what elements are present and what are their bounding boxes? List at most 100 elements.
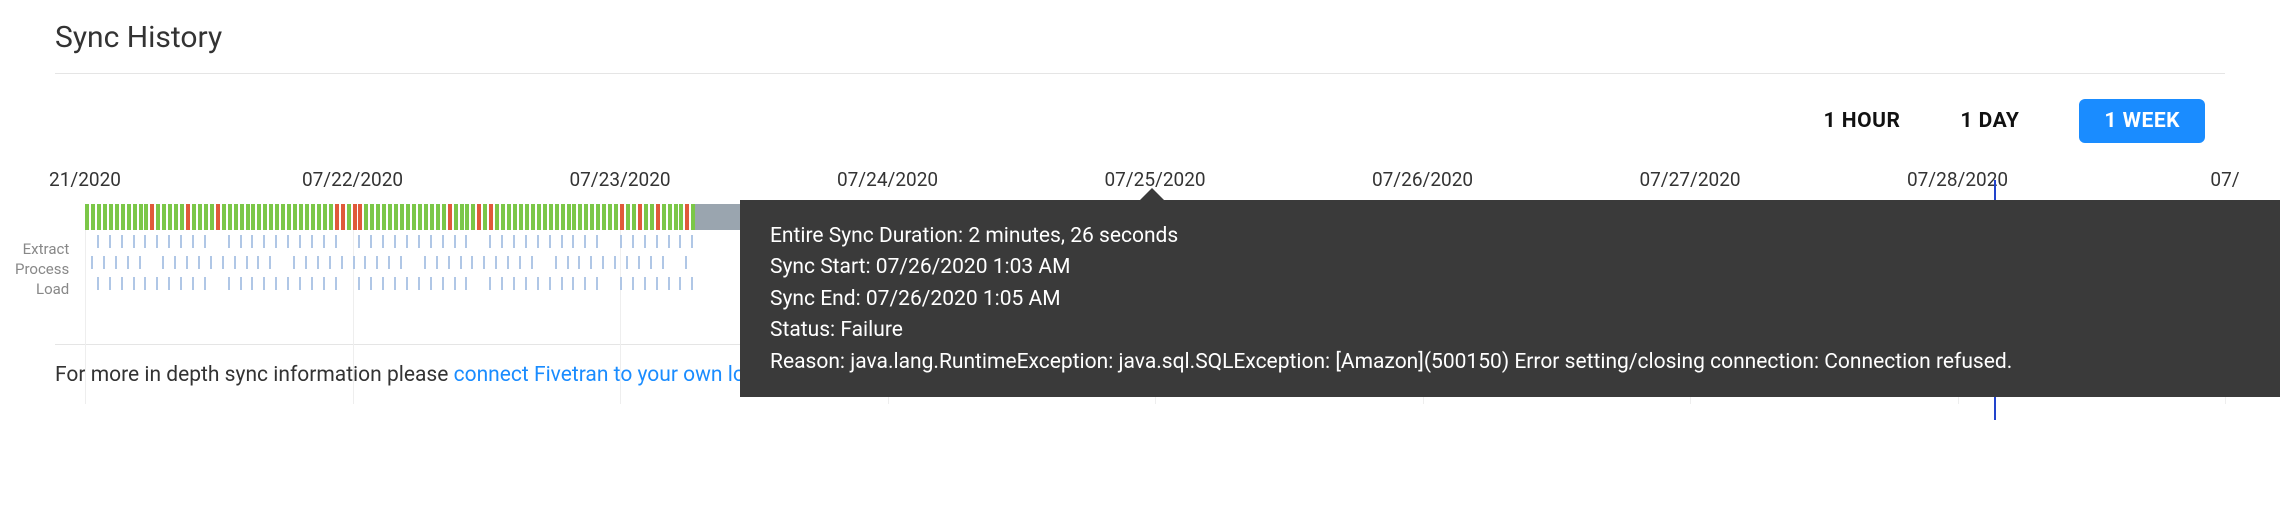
sync-tick[interactable] (632, 204, 636, 230)
sync-tick[interactable] (388, 204, 392, 230)
sync-tick[interactable] (656, 204, 660, 230)
sync-tick[interactable] (489, 204, 493, 230)
sync-tick[interactable] (240, 204, 244, 230)
sync-tick[interactable] (555, 204, 559, 230)
sync-tick[interactable] (596, 204, 600, 230)
sync-tick[interactable] (519, 204, 523, 230)
sync-tick[interactable] (335, 204, 339, 230)
sync-tick[interactable] (341, 204, 345, 230)
sync-tick[interactable] (543, 204, 547, 230)
sync-tick[interactable] (311, 204, 315, 230)
sync-tick[interactable] (406, 204, 410, 230)
sync-tick[interactable] (626, 204, 630, 230)
sync-tick[interactable] (662, 204, 666, 230)
sync-tick[interactable] (246, 204, 250, 230)
range-1day-button[interactable]: 1 DAY (1960, 109, 2019, 133)
sync-tick[interactable] (572, 204, 576, 230)
sync-tick[interactable] (650, 204, 654, 230)
sync-tick[interactable] (679, 204, 683, 230)
sync-tick[interactable] (638, 204, 642, 230)
sync-tick[interactable] (471, 204, 475, 230)
sync-tick[interactable] (97, 204, 101, 230)
sync-tick[interactable] (454, 204, 458, 230)
sync-tick[interactable] (418, 204, 422, 230)
sync-tick[interactable] (448, 204, 452, 230)
sync-tick[interactable] (198, 204, 202, 230)
sync-tick[interactable] (115, 204, 119, 230)
sync-tick[interactable] (400, 204, 404, 230)
sync-tick[interactable] (275, 204, 279, 230)
sync-tick[interactable] (507, 204, 511, 230)
sync-tick[interactable] (168, 204, 172, 230)
sync-tick[interactable] (234, 204, 238, 230)
sync-tick[interactable] (602, 204, 606, 230)
sync-tick[interactable] (495, 204, 499, 230)
sync-tick[interactable] (394, 204, 398, 230)
sync-tick[interactable] (156, 204, 160, 230)
sync-tick[interactable] (549, 204, 553, 230)
sync-tick[interactable] (674, 204, 678, 230)
sync-tick[interactable] (305, 204, 309, 230)
sync-tick[interactable] (644, 204, 648, 230)
sync-tick[interactable] (584, 204, 588, 230)
sync-tick[interactable] (537, 204, 541, 230)
sync-tick[interactable] (103, 204, 107, 230)
sync-tick[interactable] (281, 204, 285, 230)
sync-tick[interactable] (567, 204, 571, 230)
sync-tick[interactable] (251, 204, 255, 230)
range-1hour-button[interactable]: 1 HOUR (1824, 109, 1901, 133)
sync-tick[interactable] (228, 204, 232, 230)
sync-tick[interactable] (483, 204, 487, 230)
sync-tick[interactable] (590, 204, 594, 230)
sync-tick[interactable] (263, 204, 267, 230)
sync-tick[interactable] (299, 204, 303, 230)
sync-tick[interactable] (347, 204, 351, 230)
sync-tick[interactable] (531, 204, 535, 230)
sync-tick[interactable] (382, 204, 386, 230)
sync-tick[interactable] (144, 204, 148, 230)
sync-tick[interactable] (121, 204, 125, 230)
sync-tick[interactable] (477, 204, 481, 230)
sync-tick[interactable] (162, 204, 166, 230)
sync-tick[interactable] (376, 204, 380, 230)
sync-tick[interactable] (323, 204, 327, 230)
range-1week-button[interactable]: 1 WEEK (2079, 99, 2205, 143)
sync-tick[interactable] (91, 204, 95, 230)
sync-tick[interactable] (329, 204, 333, 230)
sync-tick[interactable] (561, 204, 565, 230)
sync-tick[interactable] (370, 204, 374, 230)
sync-tick[interactable] (620, 204, 624, 230)
sync-tick[interactable] (180, 204, 184, 230)
sync-tick[interactable] (257, 204, 261, 230)
sync-tick[interactable] (525, 204, 529, 230)
sync-tick[interactable] (317, 204, 321, 230)
sync-tick[interactable] (608, 204, 612, 230)
sync-tick[interactable] (501, 204, 505, 230)
sync-tick[interactable] (293, 204, 297, 230)
sync-tick[interactable] (210, 204, 214, 230)
sync-tick[interactable] (127, 204, 131, 230)
sync-tick[interactable] (668, 204, 672, 230)
sync-tick[interactable] (109, 204, 113, 230)
sync-tick[interactable] (85, 204, 89, 230)
sync-tick[interactable] (353, 204, 357, 230)
sync-tick[interactable] (364, 204, 368, 230)
sync-tick[interactable] (150, 204, 154, 230)
sync-tick[interactable] (269, 204, 273, 230)
sync-tick[interactable] (691, 204, 695, 230)
sync-tick[interactable] (287, 204, 291, 230)
sync-tick[interactable] (139, 204, 143, 230)
sync-tick[interactable] (614, 204, 618, 230)
sync-tick[interactable] (460, 204, 464, 230)
sync-tick[interactable] (442, 204, 446, 230)
sync-tick[interactable] (133, 204, 137, 230)
sync-tick[interactable] (578, 204, 582, 230)
sync-tick[interactable] (192, 204, 196, 230)
sync-tick[interactable] (513, 204, 517, 230)
sync-tick[interactable] (204, 204, 208, 230)
sync-tick[interactable] (465, 204, 469, 230)
sync-tick[interactable] (436, 204, 440, 230)
sync-tick[interactable] (685, 204, 689, 230)
sync-tick[interactable] (174, 204, 178, 230)
sync-tick[interactable] (222, 204, 226, 230)
